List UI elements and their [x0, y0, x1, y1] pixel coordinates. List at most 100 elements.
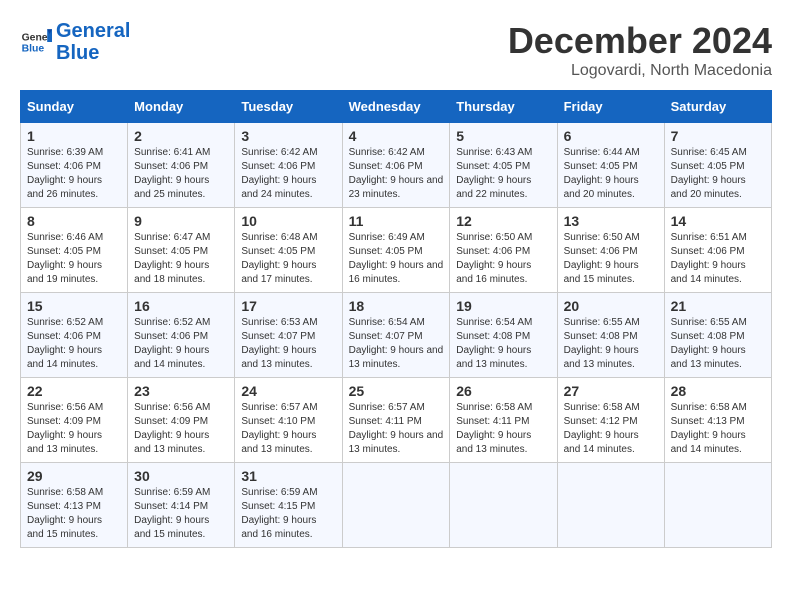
- calendar-week-row: 15 Sunrise: 6:52 AMSunset: 4:06 PMDayligh…: [21, 293, 772, 378]
- calendar-cell: 27 Sunrise: 6:58 AMSunset: 4:12 PMDayligh…: [557, 378, 664, 463]
- cell-day-number: 16: [134, 298, 228, 314]
- calendar-cell: 29 Sunrise: 6:58 AMSunset: 4:13 PMDayligh…: [21, 463, 128, 548]
- cell-day-number: 5: [456, 128, 550, 144]
- weekday-header-wednesday: Wednesday: [342, 91, 450, 123]
- weekday-header-thursday: Thursday: [450, 91, 557, 123]
- cell-sun-info: Sunrise: 6:44 AMSunset: 4:05 PMDaylight:…: [564, 146, 658, 202]
- calendar-cell: 20Sunrise: 6:55 AMSunset: 4:08 PMDayligh…: [557, 293, 664, 378]
- cell-sun-info: Sunrise: 6:55 AMSunset: 4:08 PMDaylight:…: [564, 316, 658, 372]
- calendar-cell: 16 Sunrise: 6:52 AMSunset: 4:06 PMDayligh…: [128, 293, 235, 378]
- calendar-title: December 2024: [508, 20, 772, 62]
- cell-sun-info: Sunrise: 6:43 AMSunset: 4:05 PMDaylight:…: [456, 146, 550, 202]
- calendar-cell: 18 Sunrise: 6:54 AMSunset: 4:07 PMDayligh…: [342, 293, 450, 378]
- cell-day-number: 28: [671, 383, 765, 399]
- cell-sun-info: Sunrise: 6:42 AMSunset: 4:06 PMDaylight:…: [349, 146, 444, 202]
- calendar-cell: 9 Sunrise: 6:47 AMSunset: 4:05 PMDaylight…: [128, 208, 235, 293]
- calendar-week-row: 22 Sunrise: 6:56 AMSunset: 4:09 PMDayligh…: [21, 378, 772, 463]
- calendar-cell: 5 Sunrise: 6:43 AMSunset: 4:05 PMDaylight…: [450, 123, 557, 208]
- calendar-cell: 14 Sunrise: 6:51 AMSunset: 4:06 PMDayligh…: [664, 208, 771, 293]
- calendar-cell: 2 Sunrise: 6:41 AMSunset: 4:06 PMDaylight…: [128, 123, 235, 208]
- cell-sun-info: Sunrise: 6:45 AMSunset: 4:05 PMDaylight:…: [671, 146, 765, 202]
- cell-day-number: 30: [134, 468, 228, 484]
- cell-day-number: 6: [564, 128, 658, 144]
- cell-day-number: 25: [349, 383, 444, 399]
- cell-sun-info: Sunrise: 6:41 AMSunset: 4:06 PMDaylight:…: [134, 146, 228, 202]
- calendar-week-row: 1 Sunrise: 6:39 AMSunset: 4:06 PMDaylight…: [21, 123, 772, 208]
- calendar-cell: 1 Sunrise: 6:39 AMSunset: 4:06 PMDaylight…: [21, 123, 128, 208]
- cell-day-number: 27: [564, 383, 658, 399]
- cell-day-number: 12: [456, 213, 550, 229]
- calendar-cell: 3 Sunrise: 6:42 AMSunset: 4:06 PMDaylight…: [235, 123, 342, 208]
- cell-day-number: 24: [241, 383, 335, 399]
- cell-sun-info: Sunrise: 6:51 AMSunset: 4:06 PMDaylight:…: [671, 231, 765, 287]
- calendar-cell: 15Sunrise: 6:52 AMSunset: 4:06 PMDayligh…: [21, 293, 128, 378]
- logo-general: General: [56, 20, 130, 42]
- cell-sun-info: Sunrise: 6:58 AMSunset: 4:11 PMDaylight:…: [456, 401, 550, 457]
- calendar-cell: 28 Sunrise: 6:58 AMSunset: 4:13 PMDayligh…: [664, 378, 771, 463]
- calendar-cell: 24 Sunrise: 6:57 AMSunset: 4:10 PMDayligh…: [235, 378, 342, 463]
- cell-day-number: 7: [671, 128, 765, 144]
- calendar-cell: 21 Sunrise: 6:55 AMSunset: 4:08 PMDayligh…: [664, 293, 771, 378]
- cell-sun-info: Sunrise: 6:48 AMSunset: 4:05 PMDaylight:…: [241, 231, 335, 287]
- cell-sun-info: Sunrise: 6:57 AMSunset: 4:11 PMDaylight:…: [349, 401, 444, 457]
- weekday-header-sunday: Sunday: [21, 91, 128, 123]
- cell-sun-info: Sunrise: 6:52 AMSunset: 4:06 PMDaylight:…: [134, 316, 228, 372]
- calendar-cell: 7 Sunrise: 6:45 AMSunset: 4:05 PMDaylight…: [664, 123, 771, 208]
- cell-sun-info: Sunrise: 6:50 AMSunset: 4:06 PMDaylight:…: [564, 231, 658, 287]
- cell-sun-info: Sunrise: 6:50 AMSunset: 4:06 PMDaylight:…: [456, 231, 550, 287]
- weekday-header-tuesday: Tuesday: [235, 91, 342, 123]
- calendar-cell: 12 Sunrise: 6:50 AMSunset: 4:06 PMDayligh…: [450, 208, 557, 293]
- calendar-cell: 10 Sunrise: 6:48 AMSunset: 4:05 PMDayligh…: [235, 208, 342, 293]
- cell-sun-info: Sunrise: 6:56 AMSunset: 4:09 PMDaylight:…: [27, 401, 121, 457]
- cell-day-number: 10: [241, 213, 335, 229]
- cell-sun-info: Sunrise: 6:42 AMSunset: 4:06 PMDaylight:…: [241, 146, 335, 202]
- cell-day-number: 14: [671, 213, 765, 229]
- cell-sun-info: Sunrise: 6:59 AMSunset: 4:15 PMDaylight:…: [241, 486, 335, 542]
- logo: General Blue General Blue: [20, 20, 130, 64]
- cell-day-number: 9: [134, 213, 228, 229]
- cell-day-number: 29: [27, 468, 121, 484]
- title-area: December 2024 Logovardi, North Macedonia: [508, 20, 772, 80]
- cell-sun-info: Sunrise: 6:54 AMSunset: 4:07 PMDaylight:…: [349, 316, 444, 372]
- calendar-cell: [342, 463, 450, 548]
- cell-sun-info: Sunrise: 6:58 AMSunset: 4:13 PMDaylight:…: [671, 401, 765, 457]
- cell-day-number: 1: [27, 128, 121, 144]
- calendar-cell: 19 Sunrise: 6:54 AMSunset: 4:08 PMDayligh…: [450, 293, 557, 378]
- weekday-header-saturday: Saturday: [664, 91, 771, 123]
- calendar-cell: 13 Sunrise: 6:50 AMSunset: 4:06 PMDayligh…: [557, 208, 664, 293]
- cell-sun-info: Sunrise: 6:46 AMSunset: 4:05 PMDaylight:…: [27, 231, 121, 287]
- cell-sun-info: Sunrise: 6:58 AMSunset: 4:13 PMDaylight:…: [27, 486, 121, 542]
- cell-sun-info: Sunrise: 6:47 AMSunset: 4:05 PMDaylight:…: [134, 231, 228, 287]
- calendar-cell: 6 Sunrise: 6:44 AMSunset: 4:05 PMDaylight…: [557, 123, 664, 208]
- cell-day-number: 19: [456, 298, 550, 314]
- cell-sun-info: Sunrise: 6:55 AMSunset: 4:08 PMDaylight:…: [671, 316, 765, 372]
- cell-day-number: 21: [671, 298, 765, 314]
- cell-day-number: 18: [349, 298, 444, 314]
- cell-day-number: 2: [134, 128, 228, 144]
- cell-sun-info: Sunrise: 6:53 AMSunset: 4:07 PMDaylight:…: [241, 316, 335, 372]
- cell-sun-info: Sunrise: 6:49 AMSunset: 4:05 PMDaylight:…: [349, 231, 444, 287]
- cell-sun-info: Sunrise: 6:57 AMSunset: 4:10 PMDaylight:…: [241, 401, 335, 457]
- cell-sun-info: Sunrise: 6:39 AMSunset: 4:06 PMDaylight:…: [27, 146, 121, 202]
- cell-day-number: 3: [241, 128, 335, 144]
- calendar-cell: 11 Sunrise: 6:49 AMSunset: 4:05 PMDayligh…: [342, 208, 450, 293]
- cell-sun-info: Sunrise: 6:58 AMSunset: 4:12 PMDaylight:…: [564, 401, 658, 457]
- calendar-cell: 23Sunrise: 6:56 AMSunset: 4:09 PMDayligh…: [128, 378, 235, 463]
- weekday-header-row: SundayMondayTuesdayWednesdayThursdayFrid…: [21, 91, 772, 123]
- cell-day-number: 11: [349, 213, 444, 229]
- weekday-header-monday: Monday: [128, 91, 235, 123]
- calendar-cell: 31 Sunrise: 6:59 AMSunset: 4:15 PMDayligh…: [235, 463, 342, 548]
- cell-day-number: 26: [456, 383, 550, 399]
- cell-day-number: 15: [27, 298, 121, 314]
- cell-day-number: 13: [564, 213, 658, 229]
- calendar-cell: [450, 463, 557, 548]
- logo-blue: Blue: [56, 42, 99, 64]
- calendar-cell: [557, 463, 664, 548]
- header: General Blue General Blue December 2024 …: [20, 20, 772, 80]
- cell-day-number: 31: [241, 468, 335, 484]
- logo-icon: General Blue: [20, 26, 52, 58]
- cell-day-number: 22: [27, 383, 121, 399]
- cell-day-number: 4: [349, 128, 444, 144]
- cell-sun-info: Sunrise: 6:54 AMSunset: 4:08 PMDaylight:…: [456, 316, 550, 372]
- svg-text:Blue: Blue: [22, 44, 45, 55]
